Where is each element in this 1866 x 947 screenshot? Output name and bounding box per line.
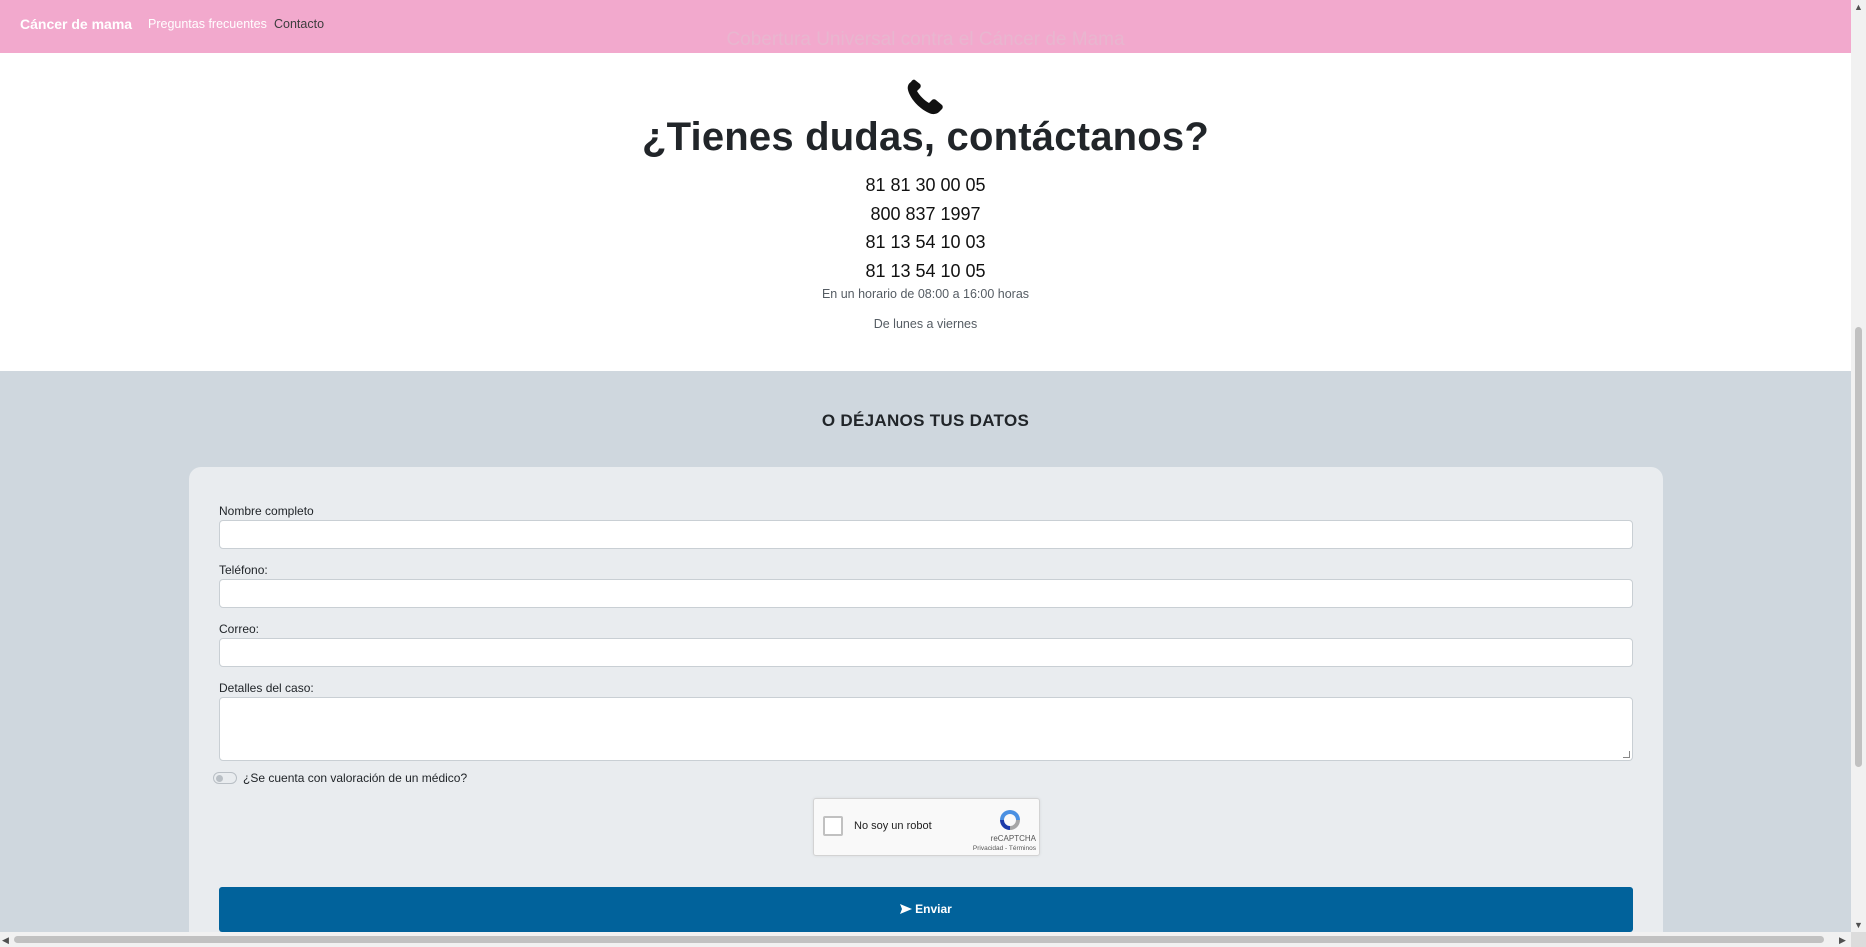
submit-label: Enviar — [915, 902, 952, 916]
scroll-up-icon[interactable]: ▲ — [1854, 2, 1863, 12]
recaptcha-widget: No soy un robot reCAPTCHA Privacidad - T… — [813, 798, 1040, 856]
navbar: Cáncer de mama Preguntas frecuentes Cont… — [0, 0, 1851, 53]
contact-heading: ¿Tienes dudas, contáctanos? — [641, 115, 1209, 159]
phone-label: Teléfono: — [219, 563, 268, 577]
medical-evaluation-label: ¿Se cuenta con valoración de un médico? — [243, 771, 468, 785]
form-heading: O DÉJANOS TUS DATOS — [821, 411, 1030, 430]
recaptcha-checkbox[interactable] — [823, 816, 843, 836]
schedule-text: En un horario de 08:00 a 16:00 horas — [821, 287, 1030, 301]
submit-button[interactable]: Enviar — [219, 887, 1633, 932]
form-section: O DÉJANOS TUS DATOS Nombre completo Telé… — [0, 371, 1851, 947]
days-text: De lunes a viernes — [873, 317, 978, 331]
phone-icon — [907, 79, 943, 115]
horizontal-scroll-thumb[interactable] — [14, 936, 1824, 943]
scroll-left-icon[interactable]: ◀ — [2, 935, 9, 945]
recaptcha-label: No soy un robot — [854, 820, 932, 832]
email-field[interactable] — [219, 638, 1633, 667]
horizontal-scrollbar[interactable]: ◀ ▶ — [0, 932, 1851, 947]
email-label: Correo: — [219, 622, 260, 636]
details-label: Detalles del caso: — [219, 681, 314, 695]
resize-handle[interactable] — [1623, 751, 1630, 758]
details-textarea[interactable] — [219, 697, 1633, 761]
name-label: Nombre completo — [219, 504, 314, 518]
phone-number: 81 13 54 10 03 — [865, 232, 986, 252]
name-field[interactable] — [219, 520, 1633, 549]
send-icon — [900, 904, 913, 914]
vertical-scrollbar[interactable]: ▲ ▼ — [1851, 0, 1866, 932]
phone-number: 81 81 30 00 05 — [865, 175, 986, 195]
scroll-right-icon[interactable]: ▶ — [1839, 935, 1846, 945]
phone-field[interactable] — [219, 579, 1633, 608]
recaptcha-brand: reCAPTCHA — [990, 834, 1036, 843]
recaptcha-links[interactable]: Privacidad - Términos — [934, 845, 1036, 852]
phone-number: 800 837 1997 — [870, 204, 981, 224]
vertical-scroll-thumb[interactable] — [1855, 327, 1862, 767]
phone-number: 81 13 54 10 05 — [865, 261, 986, 281]
recaptcha-logo-icon — [1000, 810, 1020, 830]
form-card: Nombre completo Teléfono: Correo: Detall… — [189, 467, 1663, 947]
navbar-subtitle: Cobertura Universal contra el Cáncer de … — [726, 29, 1125, 50]
toggle-knob — [216, 775, 223, 782]
scroll-down-icon[interactable]: ▼ — [1854, 920, 1863, 930]
medical-evaluation-toggle[interactable] — [213, 772, 237, 784]
scrollbar-corner — [1851, 932, 1866, 947]
